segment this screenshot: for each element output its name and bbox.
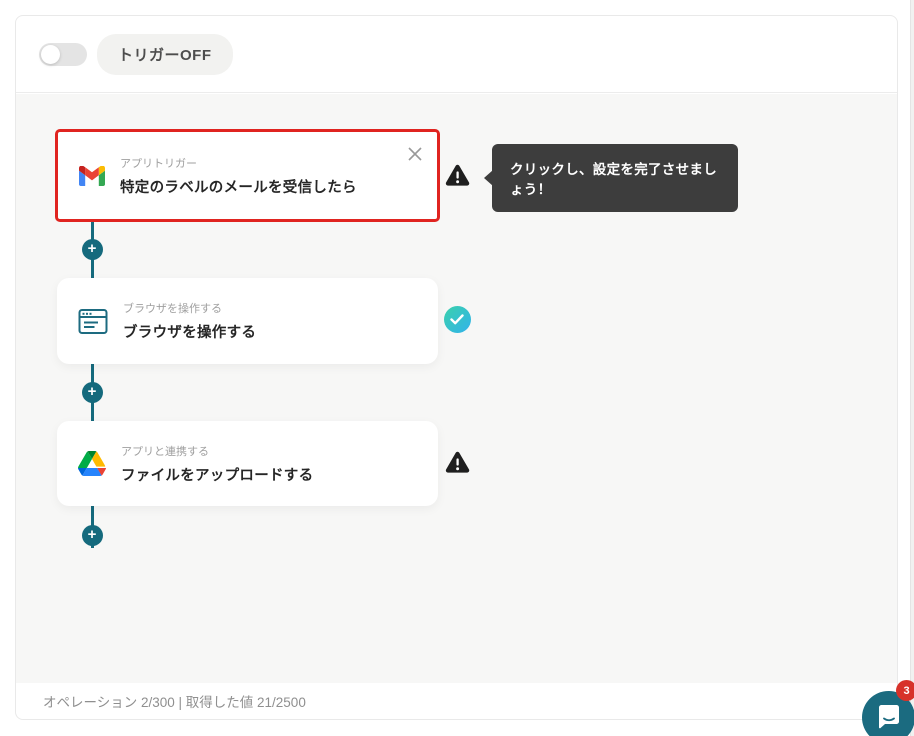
warning-icon[interactable] (445, 451, 470, 479)
workflow-editor-panel: トリガーOFF アプリトリガー 特定のラベルのメールを受信したら + + + ク… (15, 15, 898, 720)
usage-status-bar: オペレーション 2/300 | 取得した値 21/2500 (16, 683, 897, 719)
gmail-icon (79, 165, 105, 186)
browser-icon (78, 308, 108, 335)
node-title-label: 特定のラベルのメールを受信したら (120, 179, 357, 196)
workflow-node-drive[interactable]: アプリと連携する ファイルをアップロードする (57, 421, 438, 506)
node-category-label: アプリトリガー (120, 157, 197, 170)
chat-notification-badge[interactable]: 3 (896, 680, 914, 701)
workflow-canvas: アプリトリガー 特定のラベルのメールを受信したら + + + クリックし、設定を… (16, 94, 897, 684)
node-text-block: ブラウザを操作する ブラウザを操作する (123, 300, 256, 342)
add-step-button[interactable]: + (81, 238, 103, 260)
right-edge-panel (910, 0, 914, 736)
node-text-block: アプリトリガー 特定のラベルのメールを受信したら (120, 155, 357, 197)
add-step-button[interactable]: + (81, 381, 103, 403)
node-title-label: ブラウザを操作する (123, 325, 257, 341)
node-text-block: アプリと連携する ファイルをアップロードする (121, 443, 313, 485)
tooltip-text: クリックし、設定を完了させましょう！ (510, 162, 717, 197)
usage-status-text: オペレーション 2/300 | 取得した値 21/2500 (43, 695, 306, 710)
tooltip-arrow (484, 170, 493, 186)
workflow-node-browser[interactable]: ブラウザを操作する ブラウザを操作する (57, 278, 438, 364)
chat-bubble-icon (878, 705, 899, 729)
trigger-toolbar: トリガーOFF (16, 16, 897, 93)
node-category-label: アプリと連携する (121, 445, 209, 458)
node-category-label: ブラウザを操作する (123, 303, 222, 315)
success-check-icon (443, 305, 471, 333)
google-drive-icon (78, 451, 106, 476)
trigger-toggle[interactable] (39, 42, 87, 66)
workflow-node-gmail-trigger[interactable]: アプリトリガー 特定のラベルのメールを受信したら (55, 129, 440, 222)
trigger-status-label: トリガーOFF (97, 33, 233, 75)
node-title-label: ファイルをアップロードする (121, 467, 314, 484)
trigger-toggle-knob (41, 44, 60, 64)
close-icon[interactable] (407, 146, 423, 162)
add-step-button[interactable]: + (81, 524, 103, 546)
warning-icon[interactable] (445, 164, 470, 192)
setup-tooltip: クリックし、設定を完了させましょう！ (484, 144, 738, 212)
